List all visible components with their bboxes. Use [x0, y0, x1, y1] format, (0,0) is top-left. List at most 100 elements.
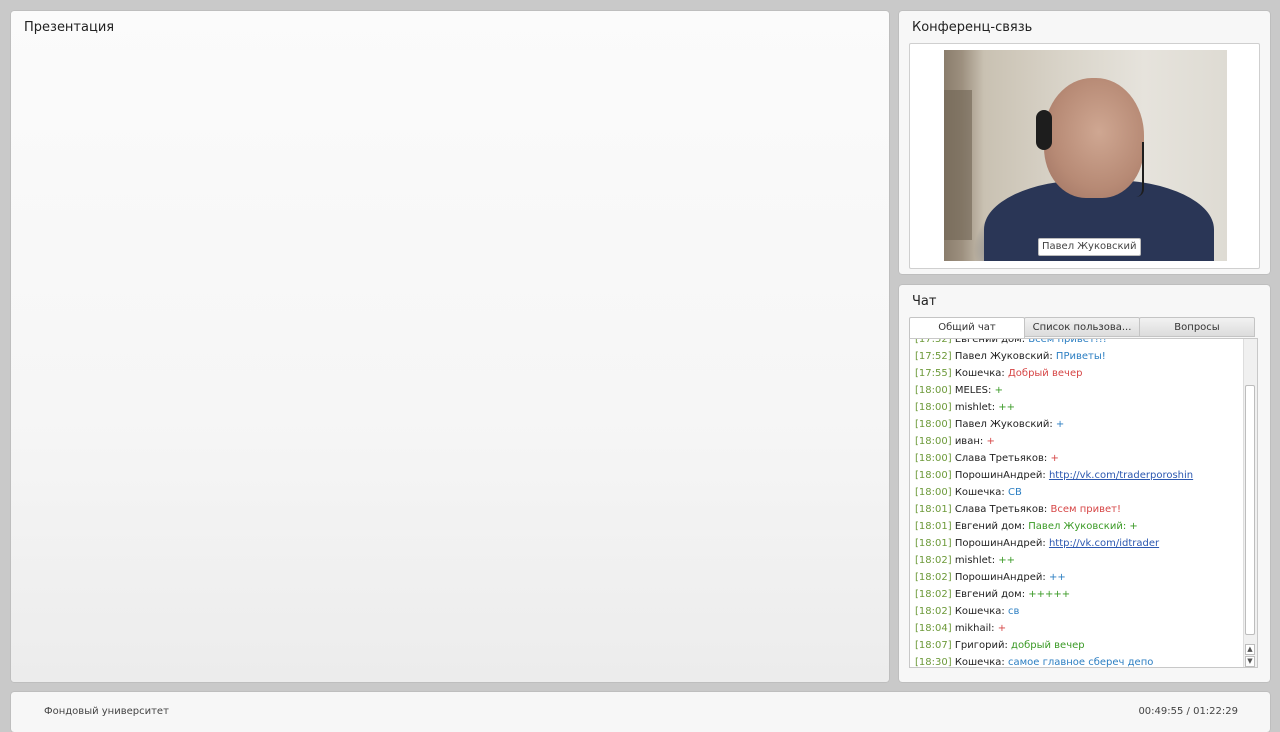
- message-text: ++: [998, 555, 1016, 566]
- message-time: [18:04]: [915, 623, 952, 634]
- message-time: [18:00]: [915, 402, 952, 413]
- message-text: Всем привет!!!: [1028, 338, 1107, 345]
- message-text: СВ: [1007, 487, 1022, 498]
- message-time: [17:55]: [915, 368, 952, 379]
- message-text: ++: [998, 402, 1016, 413]
- message-user: mishlet:: [954, 402, 996, 413]
- chat-message: [18:00] Павел Жуковский: +: [915, 416, 1245, 433]
- presentation-panel: Презентация: [11, 11, 889, 682]
- message-time: [18:02]: [915, 606, 952, 617]
- message-user: Кошечка:: [954, 487, 1005, 498]
- chat-scrollbar[interactable]: ▲ ▼: [1243, 339, 1257, 667]
- message-user: mikhail:: [954, 623, 995, 634]
- message-user: Кошечка:: [954, 606, 1005, 617]
- message-text: +++++: [1028, 589, 1071, 600]
- message-user: Евгений дом:: [954, 521, 1026, 532]
- chat-message: [18:30] Кошечка: самое главное сбереч де…: [915, 654, 1245, 668]
- message-user: Евгений дом:: [954, 338, 1026, 345]
- message-user: Кошечка:: [954, 368, 1005, 379]
- chat-message: [18:00] Слава Третьяков: +: [915, 450, 1245, 467]
- footer-brand: Фондовый университет: [44, 706, 169, 717]
- message-text: Павел Жуковский: +: [1028, 521, 1138, 532]
- conference-title: Конференц-связь: [912, 20, 1033, 35]
- video-speaker-label: Павел Жуковский: [1038, 238, 1141, 256]
- chat-message: [18:00] ПорошинАндрей: http://vk.com/tra…: [915, 467, 1245, 484]
- message-text: +: [997, 623, 1007, 634]
- video-background-shade: [944, 90, 972, 240]
- chat-message: [18:00] mishlet: ++: [915, 399, 1245, 416]
- message-time: [17:52]: [915, 351, 952, 362]
- chat-message-list: [17:52] Евгений дом: Всем привет!!! [17:5…: [915, 338, 1245, 668]
- message-text: Всем привет!: [1050, 504, 1121, 515]
- message-user: иван:: [954, 436, 984, 447]
- chat-message: [18:02] Кошечка: св: [915, 603, 1245, 620]
- message-user: ПорошинАндрей:: [954, 572, 1046, 583]
- chat-message: [18:01] Евгений дом: Павел Жуковский: +: [915, 518, 1245, 535]
- conference-frame: Павел Жуковский: [909, 43, 1260, 269]
- message-user: ПорошинАндрей:: [954, 470, 1046, 481]
- tab-general-chat[interactable]: Общий чат: [909, 317, 1025, 339]
- chat-message: [18:00] Кошечка: СВ: [915, 484, 1245, 501]
- message-time: [18:30]: [915, 657, 952, 668]
- chat-title: Чат: [912, 294, 937, 309]
- scroll-thumb[interactable]: [1245, 385, 1255, 635]
- message-text: +: [994, 385, 1003, 396]
- chat-message: [17:55] Кошечка: Добрый вечер: [915, 365, 1245, 382]
- message-user: MELES:: [954, 385, 992, 396]
- chat-tabs: Общий чат Список пользова... Вопросы: [909, 317, 1255, 339]
- message-time: [18:00]: [915, 385, 952, 396]
- message-user: Павел Жуковский:: [954, 351, 1053, 362]
- message-user: Евгений дом:: [954, 589, 1026, 600]
- message-user: Григорий:: [954, 640, 1008, 651]
- message-time: [18:01]: [915, 521, 952, 532]
- message-time: [18:07]: [915, 640, 952, 651]
- message-text: добрый вечер: [1011, 640, 1085, 651]
- message-text: ++: [1048, 572, 1066, 583]
- chat-message: [18:02] ПорошинАндрей: ++: [915, 569, 1245, 586]
- message-text: самое главное сбереч депо: [1007, 657, 1154, 668]
- message-link[interactable]: http://vk.com/traderporoshin: [1049, 470, 1193, 481]
- chat-message: [18:02] Евгений дом: +++++: [915, 586, 1245, 603]
- chat-messages-box[interactable]: [17:52] Евгений дом: Всем привет!!! [17:5…: [909, 338, 1258, 668]
- message-time: [18:02]: [915, 572, 952, 583]
- message-user: Слава Третьяков:: [954, 504, 1048, 515]
- webcam-video[interactable]: Павел Жуковский: [944, 50, 1227, 261]
- message-text: св: [1007, 606, 1020, 617]
- tab-user-list[interactable]: Список пользова...: [1024, 317, 1140, 337]
- chat-message: [18:00] MELES: +: [915, 382, 1245, 399]
- message-text: ПРиветы!: [1055, 351, 1106, 362]
- chat-message: [18:00] иван: +: [915, 433, 1245, 450]
- message-time: [18:02]: [915, 589, 952, 600]
- video-person-head: [1044, 78, 1144, 198]
- chat-message: [18:02] mishlet: ++: [915, 552, 1245, 569]
- chat-message: [17:52] Евгений дом: Всем привет!!!: [915, 338, 1245, 348]
- message-time: [18:00]: [915, 436, 952, 447]
- message-user: Кошечка:: [954, 657, 1005, 668]
- message-text: +: [1055, 419, 1065, 430]
- scroll-down-icon[interactable]: ▼: [1245, 656, 1255, 667]
- message-time: [18:01]: [915, 538, 952, 549]
- chat-message: [18:07] Григорий: добрый вечер: [915, 637, 1245, 654]
- footer-bar: Фондовый университет 00:49:55 / 01:22:29: [11, 692, 1270, 732]
- message-time: [18:00]: [915, 487, 952, 498]
- message-time: [18:02]: [915, 555, 952, 566]
- message-time: [18:00]: [915, 470, 952, 481]
- chat-panel: Чат Общий чат Список пользова... Вопросы…: [899, 285, 1270, 682]
- presentation-title: Презентация: [24, 20, 115, 35]
- conference-panel: Конференц-связь Павел Жуковский: [899, 11, 1270, 274]
- message-user: Павел Жуковский:: [954, 419, 1053, 430]
- message-time: [18:00]: [915, 453, 952, 464]
- message-text: +: [986, 436, 995, 447]
- chat-message: [18:04] mikhail: +: [915, 620, 1245, 637]
- message-link[interactable]: http://vk.com/idtrader: [1049, 538, 1159, 549]
- scroll-up-icon[interactable]: ▲: [1245, 644, 1255, 655]
- playback-time: 00:49:55 / 01:22:29: [1138, 706, 1238, 717]
- message-time: [18:01]: [915, 504, 952, 515]
- message-user: mishlet:: [954, 555, 996, 566]
- message-text: Добрый вечер: [1007, 368, 1083, 379]
- message-user: Слава Третьяков:: [954, 453, 1048, 464]
- headset-icon: [1036, 110, 1052, 150]
- message-time: [17:52]: [915, 338, 952, 345]
- tab-questions[interactable]: Вопросы: [1139, 317, 1255, 337]
- chat-message: [18:01] ПорошинАндрей: http://vk.com/idt…: [915, 535, 1245, 552]
